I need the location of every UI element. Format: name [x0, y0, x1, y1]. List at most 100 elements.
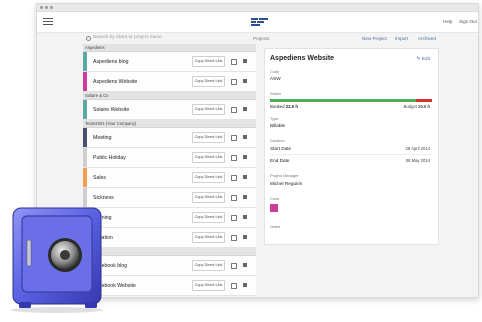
duplicate-icon[interactable]	[231, 195, 237, 201]
duration-label: Duration	[270, 138, 285, 143]
top-bar: Help Sign Out	[37, 12, 478, 33]
code-label: Code	[270, 69, 280, 74]
archive-icon[interactable]	[243, 235, 247, 239]
project-color-bar	[83, 100, 87, 119]
duplicate-icon[interactable]	[231, 155, 237, 161]
project-name: Solaire Website	[93, 106, 130, 113]
type-value: Billable	[270, 123, 286, 128]
duplicate-icon[interactable]	[231, 107, 237, 113]
project-name: Aspediens Website	[93, 78, 138, 85]
menu-icon[interactable]	[43, 18, 53, 26]
archived-link[interactable]: Archived	[418, 36, 436, 41]
duplicate-icon[interactable]	[231, 79, 237, 85]
budget-readout: Budget 20.0 h	[404, 104, 430, 109]
safe-icon	[11, 207, 103, 313]
sign-out-link[interactable]: Sign Out	[459, 19, 477, 24]
project-row[interactable]: Meeting Copy Direct Link	[83, 128, 256, 148]
app-logo	[251, 17, 268, 27]
project-name: Sales	[93, 174, 106, 181]
booked-readout: Booked 22.0 h	[270, 104, 298, 109]
copy-direct-link-button[interactable]: Copy Direct Link	[192, 104, 225, 115]
copy-direct-link-button[interactable]: Copy Direct Link	[192, 280, 225, 291]
maximize-dot[interactable]	[50, 6, 53, 9]
archive-icon[interactable]	[243, 175, 247, 179]
color-label: Color	[270, 196, 280, 201]
archive-icon[interactable]	[243, 155, 247, 159]
project-title: Aspediens Website	[270, 55, 335, 62]
archive-icon[interactable]	[243, 79, 247, 83]
group-header: Aspediens	[83, 44, 256, 52]
status-label: Status	[270, 91, 282, 96]
project-row[interactable]: Sales Copy Direct Link	[83, 168, 256, 188]
booked-label: Booked	[270, 104, 285, 109]
help-link[interactable]: Help	[443, 19, 452, 24]
import-link[interactable]: Import	[395, 36, 408, 41]
duplicate-icon[interactable]	[231, 135, 237, 141]
project-color-bar	[83, 72, 87, 91]
color-swatch[interactable]	[270, 204, 278, 212]
project-row[interactable]: Public Holiday Copy Direct Link	[83, 148, 256, 168]
project-manager-value: Michel Reguirin	[270, 181, 303, 186]
group-header: Team2024 (Your Company)	[83, 120, 256, 128]
project-manager-label: Project Manager	[270, 173, 299, 178]
divider	[270, 154, 432, 155]
copy-direct-link-button[interactable]: Copy Direct Link	[192, 172, 225, 183]
copy-direct-link-button[interactable]: Copy Direct Link	[192, 212, 225, 223]
title-bar	[37, 4, 478, 12]
start-date-value: 28 April 2014	[405, 146, 430, 151]
archive-icon[interactable]	[243, 215, 247, 219]
project-name: Public Holiday	[93, 154, 126, 161]
end-date-value: 08 May 2014	[405, 158, 430, 163]
search-icon	[86, 36, 91, 41]
archive-icon[interactable]	[243, 283, 247, 287]
archive-icon[interactable]	[243, 59, 247, 63]
project-details-panel: Aspediens Website ✎ Edit Code ASW Status…	[264, 48, 439, 245]
end-date-label: End Date	[270, 158, 290, 163]
duplicate-icon[interactable]	[231, 263, 237, 269]
duplicate-icon[interactable]	[231, 283, 237, 289]
project-color-bar	[83, 52, 87, 71]
copy-direct-link-button[interactable]: Copy Direct Link	[192, 132, 225, 143]
project-row[interactable]: Aspediens blog Copy Direct Link	[83, 52, 256, 72]
duplicate-icon[interactable]	[231, 215, 237, 221]
copy-direct-link-button[interactable]: Copy Direct Link	[192, 192, 225, 203]
copy-direct-link-button[interactable]: Copy Direct Link	[192, 232, 225, 243]
archive-icon[interactable]	[243, 135, 247, 139]
budget-label: Budget	[403, 104, 417, 109]
minimize-dot[interactable]	[45, 6, 48, 9]
duplicate-icon[interactable]	[231, 175, 237, 181]
booked-value: 22.0 h	[285, 104, 298, 109]
notes-label: Notes	[270, 224, 281, 229]
duplicate-icon[interactable]	[231, 59, 237, 65]
project-color-bar	[83, 148, 87, 167]
copy-direct-link-button[interactable]: Copy Direct Link	[192, 76, 225, 87]
archive-icon[interactable]	[243, 195, 247, 199]
project-color-bar	[83, 128, 87, 147]
project-color-bar	[83, 168, 87, 187]
project-name: Sickness	[93, 194, 114, 201]
archive-icon[interactable]	[243, 263, 247, 267]
duplicate-icon[interactable]	[231, 235, 237, 241]
project-name: Meeting	[93, 134, 112, 141]
edit-link[interactable]: ✎ Edit	[416, 57, 430, 62]
project-row[interactable]: Solaire Website Copy Direct Link	[83, 100, 256, 120]
edit-label: Edit	[421, 57, 430, 62]
copy-direct-link-button[interactable]: Copy Direct Link	[192, 56, 225, 67]
toolbar: Search by client or project name Project…	[37, 33, 478, 44]
copy-direct-link-button[interactable]: Copy Direct Link	[192, 260, 225, 271]
code-value: ASW	[270, 76, 281, 81]
start-date-label: Start Date	[270, 146, 292, 151]
project-row[interactable]: Aspediens Website Copy Direct Link	[83, 72, 256, 92]
budget-value: 20.0 h	[418, 104, 430, 109]
budget-progress-bar	[270, 99, 432, 102]
close-dot[interactable]	[40, 6, 43, 9]
new-project-link[interactable]: New Project	[362, 36, 387, 41]
project-name: Aspediens blog	[93, 58, 129, 65]
type-label: Type	[270, 116, 279, 121]
projects-heading: Projects	[253, 36, 270, 41]
group-header: Solaire & Co	[83, 92, 256, 100]
archive-icon[interactable]	[243, 107, 247, 111]
over-budget-segment	[416, 99, 432, 102]
copy-direct-link-button[interactable]: Copy Direct Link	[192, 152, 225, 163]
search-input[interactable]: Search by client or project name	[93, 35, 162, 40]
